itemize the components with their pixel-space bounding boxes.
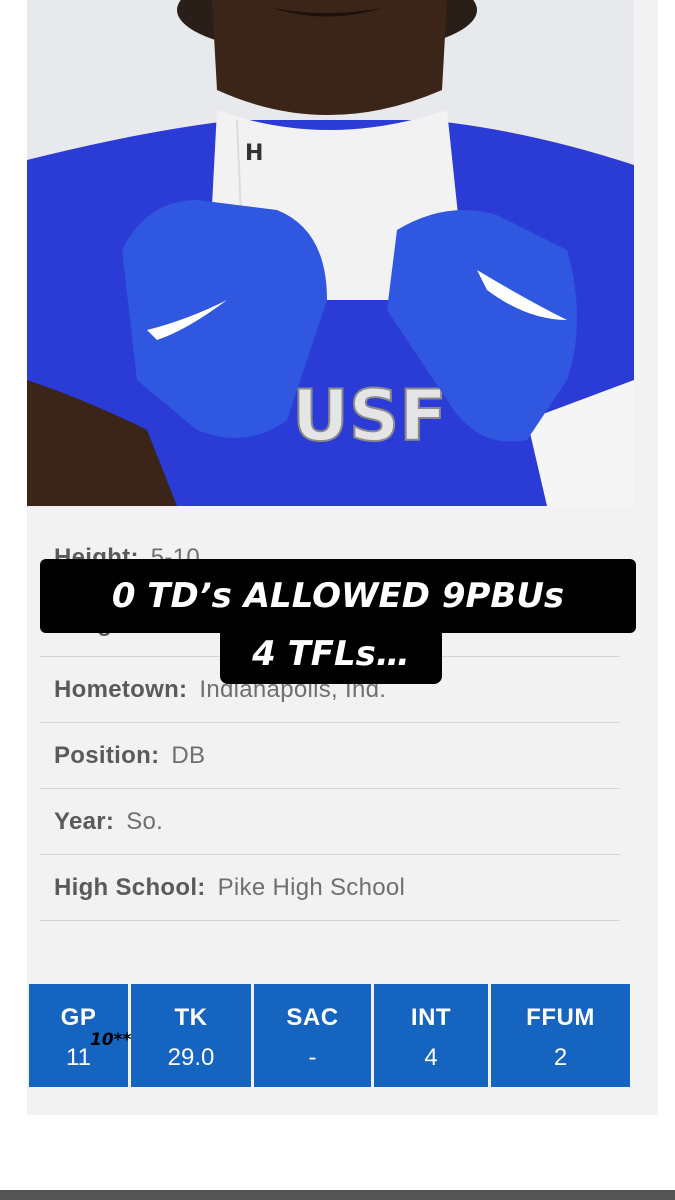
jersey-text: USF (292, 375, 447, 457)
stat-ffum: FFUM 2 (491, 984, 630, 1087)
player-photo: H USF (27, 0, 634, 506)
stat-int: INT 4 (374, 984, 488, 1087)
bottom-bar (0, 1190, 675, 1200)
bio-row-high-school: High School: Pike High School (40, 855, 620, 921)
bio-label-year: Year: (54, 807, 115, 835)
stat-header-gp: GP (60, 1004, 97, 1031)
bio-label-high-school: High School: (54, 873, 206, 901)
overlay-caption-line1: 0 TD’s ALLOWED 9PBUs (40, 559, 636, 633)
stat-header-ffum: FFUM (526, 1004, 595, 1031)
stat-header-int: INT (410, 1004, 452, 1031)
handwritten-annotation: 10** (90, 1030, 132, 1050)
overlay-caption-line2: 4 TFLs… (220, 624, 442, 684)
bio-row-year: Year: So. (40, 789, 620, 855)
bio-row-position: Position: DB (40, 723, 620, 789)
bio-value-year: So. (126, 807, 164, 835)
bio-label-hometown: Hometown: (54, 675, 188, 703)
bio-value-high-school: Pike High School (217, 873, 406, 901)
stat-tk: TK 29.0 (131, 984, 251, 1087)
stat-value-tk: 29.0 (167, 1044, 215, 1071)
stat-header-sac: SAC (286, 1004, 339, 1031)
stat-header-tk: TK (174, 1004, 208, 1031)
bio-label-position: Position: (54, 741, 160, 769)
stat-value-int: 4 (424, 1044, 438, 1071)
bio-value-position: DB (171, 741, 206, 769)
stat-value-sac: - (308, 1044, 317, 1071)
svg-text:H: H (245, 141, 263, 166)
stat-value-ffum: 2 (553, 1044, 568, 1071)
stat-sac: SAC - (254, 984, 371, 1087)
